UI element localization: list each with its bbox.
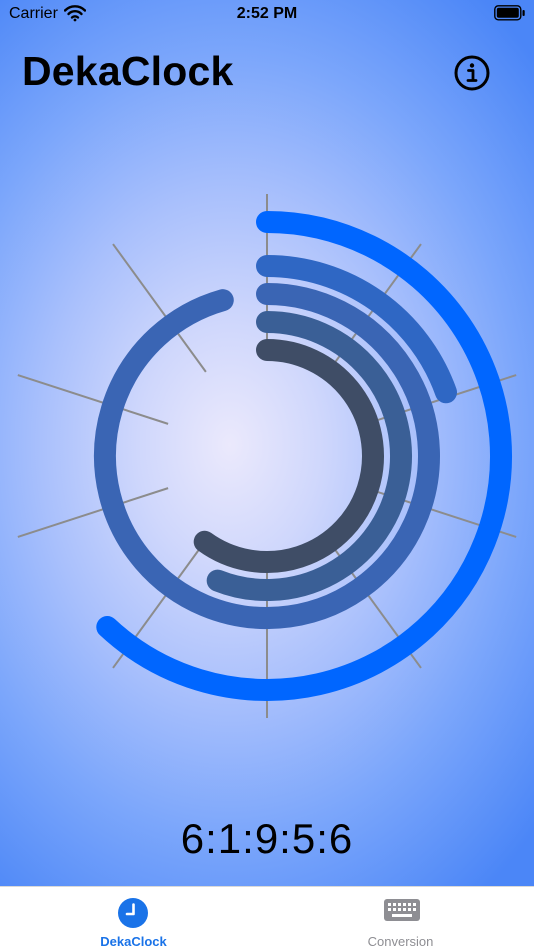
tab-bar: DekaClock Conversion [0,886,534,950]
info-icon [454,55,490,91]
clock-icon [118,898,148,928]
dial-rings [94,211,512,701]
status-bar: Carrier 2:52 PM [0,0,534,30]
deka-clock-dial [17,194,517,718]
battery-icon [494,5,525,21]
app-screen: Carrier 2:52 PM DekaClock 6:1:9:5:6 Deka… [0,0,534,950]
digital-time-readout: 6:1:9:5:6 [180,815,354,862]
status-time: 2:52 PM [236,5,298,22]
tab-conversion[interactable]: Conversion [267,887,534,950]
tab-conversion-label: Conversion [367,934,434,949]
info-button[interactable] [453,54,491,92]
page-title: DekaClock [22,48,234,94]
dial-tick [17,374,169,425]
tab-dekaclock[interactable]: DekaClock [0,887,267,950]
tab-dekaclock-label: DekaClock [100,934,167,949]
dial-tick [17,487,169,538]
keyboard-icon [384,899,420,921]
clock-ring-5 [193,339,384,573]
